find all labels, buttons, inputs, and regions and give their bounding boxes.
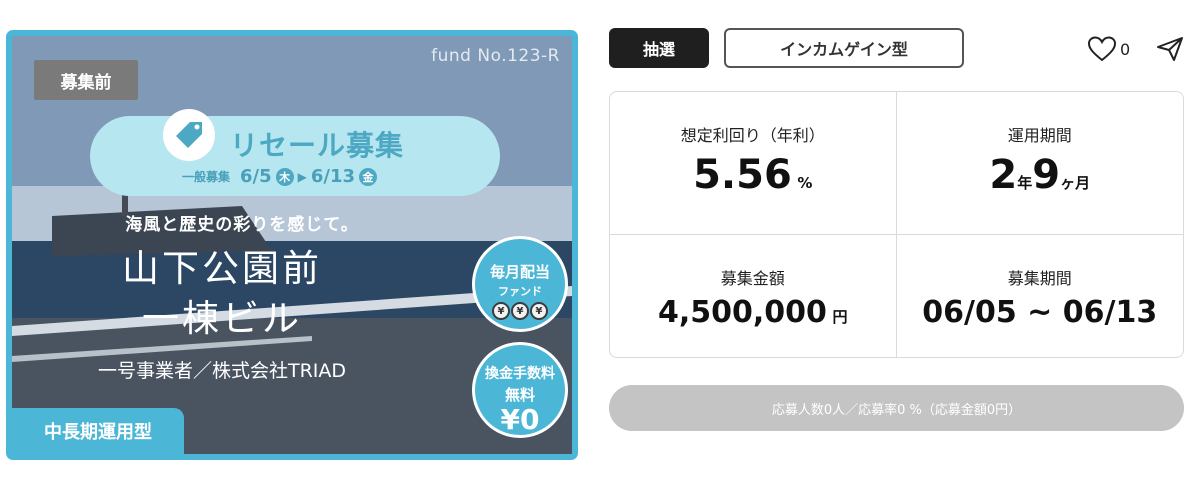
fee-badge-line2: 無料 <box>504 386 535 404</box>
operation-period-cell: 運用期間 2年9ヶ月 <box>896 92 1184 235</box>
coin-icon: ¥ <box>511 302 529 320</box>
period-years: 2 <box>989 152 1018 198</box>
coin-icon: ¥ <box>530 302 548 320</box>
period-months-unit: ヶ月 <box>1060 174 1091 192</box>
period-label: 一般募集 <box>182 170 231 184</box>
operation-period-value: 2年9ヶ月 <box>897 152 1184 198</box>
yield-unit: % <box>797 174 813 192</box>
catchphrase: 海風と歴史の彩りを感じて。 <box>125 215 359 235</box>
property-name-line2: 一棟ビル <box>142 297 302 340</box>
recruit-amount-value: 4,500,000 円 <box>610 295 896 330</box>
application-status-button[interactable]: 応募人数0人／応募率0 %（応募金額0円） <box>609 385 1184 431</box>
favorite-button[interactable]: 0 <box>1088 36 1130 62</box>
fund-number: fund No.123-R <box>431 46 560 66</box>
arrow-right-icon: ▶ <box>297 169 307 184</box>
recruit-amount-label: 募集金額 <box>720 269 785 288</box>
price-tag-icon <box>163 109 215 161</box>
resale-banner: リセール募集 一般募集 6/5 木 ▶ 6/13 金 <box>90 109 500 196</box>
term-badge: 中長期運用型 <box>12 408 184 454</box>
start-date: 6/5 <box>240 166 272 187</box>
period-years-unit: 年 <box>1017 174 1033 192</box>
period-months: 9 <box>1032 152 1061 198</box>
recruit-amount-cell: 募集金額 4,500,000 円 <box>610 235 897 357</box>
resale-title: リセール募集 <box>230 129 405 162</box>
property-name-line1: 山下公園前 <box>122 247 322 290</box>
recruit-period-label: 募集期間 <box>1007 269 1072 288</box>
operator-name: 一号事業者／株式会社TRIAD <box>97 360 347 382</box>
status-badge: 募集前 <box>34 60 138 100</box>
amount-number: 4,500,000 <box>657 295 827 330</box>
end-date: 6/13 <box>310 166 356 187</box>
amount-unit: 円 <box>832 308 848 326</box>
property-name: 山下公園前 一棟ビル <box>12 244 432 344</box>
yield-label: 想定利回り（年利） <box>680 126 825 145</box>
fee-badge-line3: ¥0 <box>500 403 540 436</box>
income-type-chip: インカムゲイン型 <box>724 28 964 68</box>
heart-icon <box>1088 36 1116 62</box>
fee-free-badge: 換金手数料 無料 ¥0 <box>472 342 568 438</box>
share-button[interactable] <box>1156 36 1184 66</box>
recruit-period-banner: 一般募集 6/5 木 ▶ 6/13 金 <box>182 166 378 187</box>
yield-number: 5.56 <box>693 152 792 198</box>
fund-detail-page: fund No.123-R 募集前 リセール募集 一般募集 6/5 木 ▶ 6/… <box>0 0 1197 481</box>
operation-period-label: 運用期間 <box>1007 126 1072 145</box>
coins-icon: ¥ ¥ ¥ <box>475 302 565 320</box>
fund-stats-grid: 想定利回り（年利） 5.56 % 運用期間 2年9ヶ月 募集金額 4,500,0… <box>609 91 1184 358</box>
start-weekday: 木 <box>275 167 294 186</box>
yield-cell: 想定利回り（年利） 5.56 % <box>610 92 897 235</box>
lottery-chip: 抽選 <box>609 28 709 68</box>
send-icon <box>1157 37 1183 61</box>
yield-value: 5.56 % <box>610 152 896 198</box>
monthly-badge-line1: 毎月配当 <box>489 263 550 281</box>
fund-banner-image: fund No.123-R 募集前 リセール募集 一般募集 6/5 木 ▶ 6/… <box>6 30 578 460</box>
end-weekday: 金 <box>359 167 378 186</box>
recruit-period-cell: 募集期間 06/05 ~ 06/13 <box>897 235 1184 357</box>
recruit-period-value: 06/05 ~ 06/13 <box>897 295 1184 330</box>
favorite-count: 0 <box>1120 39 1131 59</box>
monthly-dividend-badge: 毎月配当 ファンド ¥ ¥ ¥ <box>472 236 568 332</box>
fee-badge-line1: 換金手数料 <box>485 366 555 382</box>
recruit-period-dates: 06/05 ~ 06/13 <box>922 295 1158 330</box>
coin-icon: ¥ <box>492 302 510 320</box>
monthly-badge-line2: ファンド <box>498 285 542 298</box>
